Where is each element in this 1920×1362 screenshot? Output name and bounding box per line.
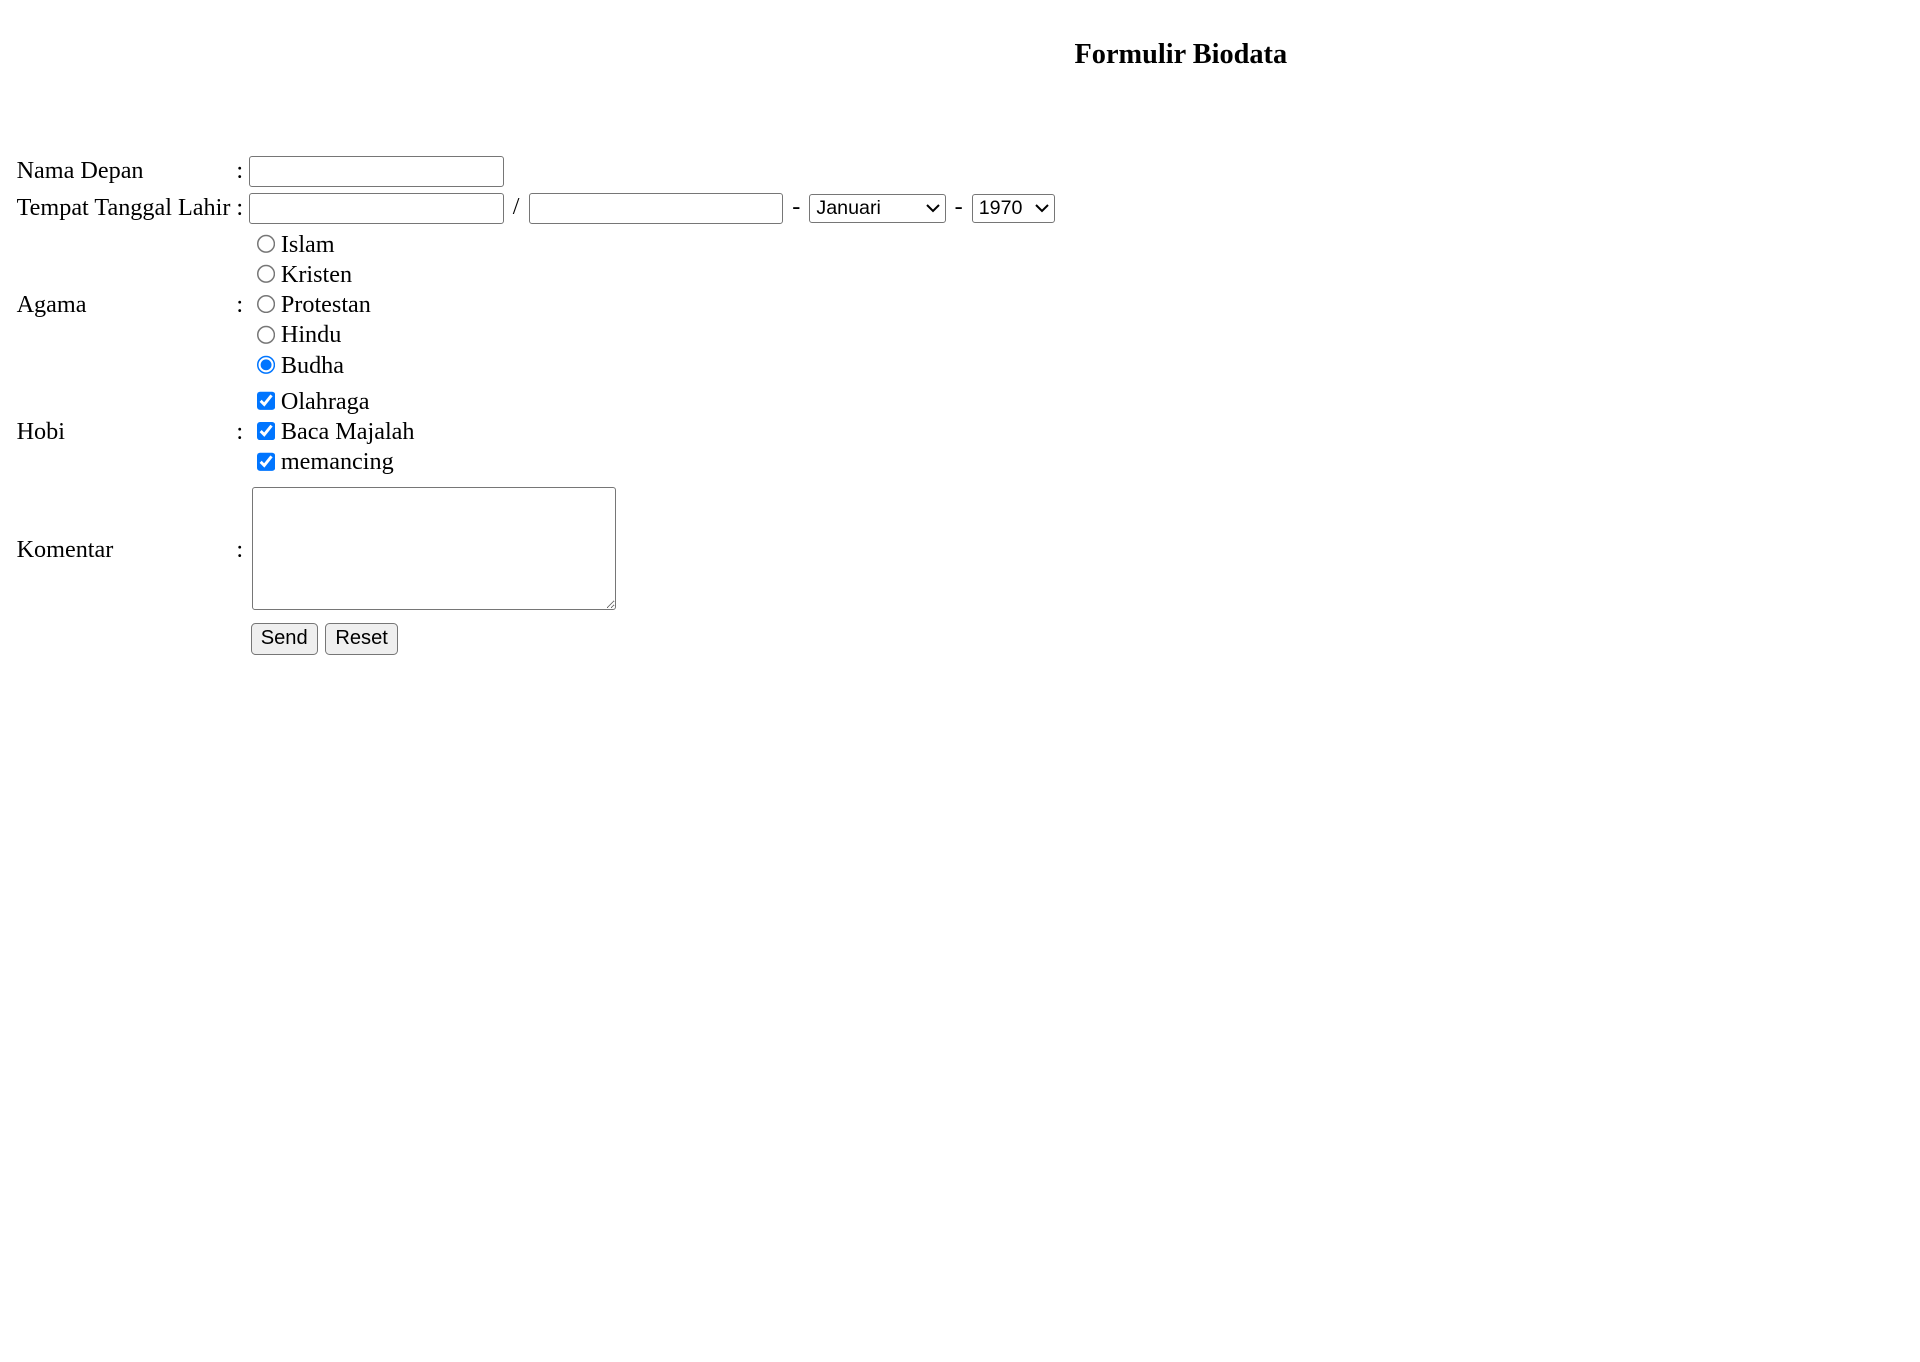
page-title: Formulir Biodata: [1074, 39, 1288, 71]
hobi-option-label: memancing: [280, 448, 394, 476]
biodata-form: Nama Depan : Tempat Tanggal Lahir : / - …: [12, 151, 1059, 659]
agama-option: Budha: [249, 351, 1055, 381]
hobi-option: Baca Majalah: [249, 417, 1055, 447]
ttl-dash-1: -: [792, 192, 801, 220]
nama-depan-label: Nama Depan: [16, 157, 144, 185]
hobi-colon: :: [236, 418, 244, 446]
tempat-lahir-input[interactable]: [249, 192, 504, 224]
reset-button[interactable]: Reset: [325, 622, 398, 655]
hobi-checkbox-baca-majalah[interactable]: [256, 421, 277, 442]
row-ttl: Tempat Tanggal Lahir : / - Januari - 197…: [15, 191, 1056, 225]
form-buttons: Send Reset: [248, 621, 1057, 656]
hobi-option: Olahraga: [249, 387, 1055, 417]
ttl-slash: /: [512, 192, 520, 220]
agama-option: Hindu: [249, 320, 1055, 350]
nama-depan-colon: :: [236, 157, 244, 185]
agama-options: Islam Kristen Protestan Hindu Budha: [248, 228, 1057, 382]
agama-radio-protestan[interactable]: [256, 294, 277, 315]
komentar-textarea[interactable]: [252, 486, 616, 610]
agama-radio-budha[interactable]: [256, 355, 277, 375]
komentar-label: Komentar: [16, 536, 114, 564]
agama-colon: :: [236, 291, 244, 319]
agama-radio-islam[interactable]: [256, 234, 277, 254]
tanggal-lahir-input[interactable]: [528, 192, 784, 224]
agama-option-label: Islam: [280, 230, 335, 258]
page: Formulir Biodata Nama Depan : Tempat Tan…: [0, 0, 1920, 671]
tahun-select[interactable]: 1970: [971, 193, 1055, 223]
agama-option-label: Protestan: [280, 291, 371, 319]
hobi-options: Olahraga Baca Majalah memancing: [248, 385, 1057, 479]
send-button[interactable]: Send: [250, 622, 318, 655]
agama-option: Protestan: [249, 290, 1055, 320]
nama-depan-input[interactable]: [249, 156, 504, 187]
hobi-checkbox-olahraga[interactable]: [256, 391, 277, 412]
agama-label: Agama: [16, 291, 87, 319]
hobi-option: memancing: [249, 447, 1055, 477]
agama-option: Islam: [249, 230, 1055, 260]
hobi-option-label: Olahraga: [280, 387, 370, 415]
komentar-colon: :: [236, 536, 244, 564]
row-buttons: Send Reset: [15, 621, 1056, 656]
bulan-select[interactable]: Januari: [809, 193, 946, 223]
ttl-label: Tempat Tanggal Lahir: [16, 194, 231, 222]
hobi-checkbox-memancing[interactable]: [256, 452, 277, 472]
row-agama: Agama : Islam Kristen Protestan Hindu Bu…: [15, 228, 1056, 382]
agama-option: Kristen: [249, 260, 1055, 290]
ttl-colon: :: [236, 194, 244, 222]
hobi-option-label: Baca Majalah: [280, 418, 415, 446]
row-komentar: Komentar :: [15, 482, 1056, 618]
agama-option-label: Budha: [280, 351, 345, 379]
agama-option-label: Kristen: [280, 260, 353, 288]
row-nama-depan: Nama Depan :: [15, 154, 1056, 188]
row-hobi: Hobi : Olahraga Baca Majalah memancing: [15, 385, 1056, 479]
agama-radio-kristen[interactable]: [256, 264, 277, 285]
ttl-dash-2: -: [954, 192, 963, 220]
hobi-label: Hobi: [16, 418, 65, 446]
agama-option-label: Hindu: [280, 321, 342, 349]
agama-radio-hindu[interactable]: [256, 324, 277, 345]
